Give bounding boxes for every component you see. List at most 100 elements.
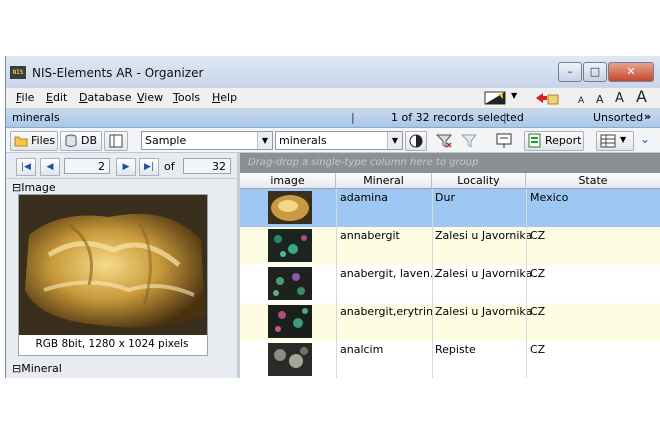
menu-database[interactable]: Database — [79, 91, 132, 104]
last-record-button[interactable]: ▶| — [139, 158, 159, 176]
column-header-locality[interactable]: Locality — [432, 173, 526, 189]
expand-toolbar-icon[interactable]: ⌄ — [640, 132, 650, 146]
db-label: DB — [81, 134, 98, 147]
title-bar[interactable]: NIS NIS-Elements AR - Organizer – □ ✕ — [6, 56, 660, 88]
table-row[interactable]: anabergit, laven... Zalesi u Javornika C… — [240, 265, 660, 304]
zoom-large[interactable]: A — [636, 87, 647, 106]
menu-help[interactable]: Help — [212, 91, 237, 104]
column-divider — [336, 189, 337, 378]
more-chevron[interactable]: » — [644, 110, 651, 123]
contrast-button[interactable] — [405, 131, 427, 151]
menu-view[interactable]: View — [137, 91, 163, 104]
report-icon — [528, 133, 541, 148]
close-button[interactable]: ✕ — [608, 62, 654, 82]
table-row[interactable]: anabergit,erytrin Zalesi u Javornika CZ — [240, 303, 660, 342]
current-record-input[interactable]: 2 — [64, 158, 110, 174]
table-row[interactable]: annabergit Zalesi u Javornika CZ — [240, 227, 660, 266]
sort-status[interactable]: Unsorted — [593, 111, 643, 124]
organizer-window: NIS NIS-Elements AR - Organizer – □ ✕ Fi… — [5, 56, 660, 378]
thumbnail-image — [268, 305, 312, 338]
column-header-mineral[interactable]: Mineral — [336, 173, 432, 189]
record-status-bar: minerals | 1 of 32 records selected | Un… — [6, 109, 660, 128]
records-grid: Drag-drop a single-type column here to g… — [240, 153, 660, 378]
table-select-value: minerals — [279, 134, 327, 147]
menu-file[interactable]: File — [16, 91, 34, 104]
separator: | — [503, 111, 507, 124]
cell-locality: Dur — [435, 191, 455, 204]
column-header-state[interactable]: State — [526, 173, 660, 189]
report-label: Report — [545, 134, 582, 147]
chevron-down-icon[interactable]: ▼ — [387, 132, 402, 149]
minimize-button[interactable]: – — [558, 62, 582, 82]
funnel-icon — [461, 134, 478, 148]
image-section-header[interactable]: ⊟Image — [12, 181, 56, 194]
table-row-selected[interactable]: adamina Dur Mexico — [240, 189, 660, 228]
database-icon — [65, 134, 77, 147]
folder-icon — [14, 136, 28, 147]
cell-state: Mexico — [530, 191, 569, 204]
thumbnail-image — [268, 343, 312, 376]
mineral-image[interactable] — [18, 194, 208, 356]
cell-state: CZ — [530, 343, 546, 356]
table-row[interactable]: analcim Repiste CZ — [240, 341, 660, 378]
grid-view-icon — [600, 134, 616, 148]
layout-icon[interactable] — [484, 90, 508, 106]
cell-locality: Zalesi u Javornika — [435, 229, 533, 242]
collapse-icon[interactable]: ⊟ — [12, 362, 21, 375]
thumbnail-image — [268, 191, 312, 224]
record-detail-panel: |◀ ◀ 2 ▶ ▶| of 32 ⊟Image RGB 8bit, 1280 … — [6, 153, 237, 378]
chevron-down-icon: ▼ — [620, 135, 627, 144]
filter-clear-button[interactable] — [458, 131, 482, 151]
zoom-smallest[interactable]: A — [578, 96, 584, 106]
first-record-button[interactable]: |◀ — [16, 158, 36, 176]
panel-icon — [109, 134, 123, 148]
collapse-icon[interactable]: ⊟ — [12, 181, 21, 194]
filter-button[interactable] — [433, 131, 457, 151]
column-divider — [432, 189, 433, 378]
column-header-image[interactable]: image — [240, 173, 336, 189]
back-folder-icon[interactable] — [534, 90, 560, 106]
files-button[interactable]: Files — [10, 131, 58, 151]
of-label: of — [164, 160, 175, 173]
view-options-button[interactable]: ▼ — [596, 131, 634, 151]
panel-toggle-button[interactable] — [104, 131, 128, 151]
files-label: Files — [31, 134, 56, 147]
divider — [6, 178, 237, 179]
image-section-title: Image — [21, 181, 56, 194]
db-button[interactable]: DB — [60, 131, 102, 151]
thumbnail-image — [268, 267, 312, 300]
layout-dropdown-icon[interactable]: ▼ — [511, 91, 517, 100]
cell-state: CZ — [530, 267, 546, 280]
zoom-small[interactable]: A — [596, 93, 604, 106]
app-icon: NIS — [10, 66, 26, 79]
cell-mineral: analcim — [340, 343, 384, 356]
window-title: NIS-Elements AR - Organizer — [32, 66, 204, 80]
cell-mineral: anabergit, laven... — [340, 267, 441, 280]
report-button[interactable]: Report — [524, 131, 584, 151]
next-record-button[interactable]: ▶ — [116, 158, 136, 176]
zoom-medium[interactable]: A — [615, 91, 624, 106]
presentation-button[interactable] — [492, 131, 516, 151]
record-navigator: |◀ ◀ 2 ▶ ▶| of 32 — [6, 153, 237, 178]
sample-select[interactable]: Sample ▼ — [141, 131, 273, 150]
cell-state: CZ — [530, 305, 546, 318]
total-records: 32 — [183, 158, 231, 174]
menu-edit[interactable]: Edit — [46, 91, 67, 104]
toolbar: Files DB Sample ▼ minerals ▼ Report ▼ ⌄ — [6, 128, 660, 153]
cell-mineral: anabergit,erytrin — [340, 305, 434, 318]
menu-tools[interactable]: Tools — [173, 91, 200, 104]
chevron-down-icon[interactable]: ▼ — [257, 132, 272, 149]
maximize-button[interactable]: □ — [583, 62, 607, 82]
sample-select-value: Sample — [145, 134, 187, 147]
menu-bar: File Edit Database View Tools Help ▼ A A… — [6, 87, 660, 109]
previous-record-button[interactable]: ◀ — [40, 158, 60, 176]
separator: | — [351, 111, 355, 124]
cell-locality: Repiste — [435, 343, 476, 356]
cell-state: CZ — [530, 229, 546, 242]
cell-mineral: adamina — [340, 191, 388, 204]
table-select[interactable]: minerals ▼ — [275, 131, 403, 150]
group-by-area[interactable]: Drag-drop a single-type column here to g… — [240, 153, 660, 173]
column-divider — [526, 189, 527, 378]
mineral-section-header[interactable]: ⊟Mineral — [12, 362, 62, 375]
current-table: minerals — [12, 111, 60, 124]
